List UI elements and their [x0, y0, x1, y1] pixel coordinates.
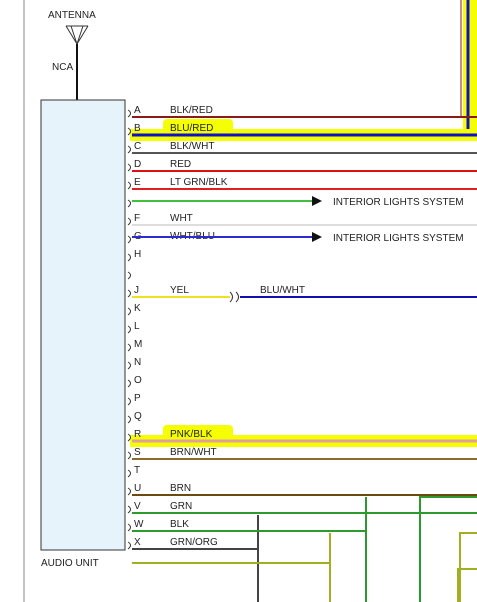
pin-bracket	[127, 451, 131, 460]
pin-letter: D	[134, 159, 141, 170]
pins-layer: A BLK/RED B BLU/RED C BLK/WHT D RED E LT GRN/BLK I…	[127, 105, 477, 564]
wire-label: BRN	[170, 483, 191, 494]
pin-bracket	[127, 505, 131, 514]
pin-bracket	[127, 379, 131, 388]
wire-label: BLU/RED	[170, 123, 213, 134]
pin-bracket	[127, 361, 131, 370]
pin-letter: V	[134, 501, 141, 512]
pin-bracket	[127, 199, 131, 208]
pin-bracket	[127, 523, 131, 532]
wire-label: LT GRN/BLK	[170, 177, 228, 188]
pin-letter: N	[134, 357, 141, 368]
pin-bracket	[127, 415, 131, 424]
wire-label: GRN/ORG	[170, 537, 218, 548]
pin-bracket	[127, 181, 131, 190]
pin-letter: H	[134, 249, 141, 260]
wire-label: PNK/BLK	[170, 429, 213, 440]
pin-bracket	[127, 469, 131, 478]
arrow-destination-label: INTERIOR LIGHTS SYSTEM	[333, 233, 464, 244]
wiring-diagram: ANTENNA NCA AUDIO UNIT A BLK/RED B BLU/RED C…	[23, 0, 477, 602]
connector-icon	[229, 291, 239, 303]
pin-bracket	[127, 307, 131, 316]
pin-letter: B	[134, 123, 141, 134]
pin-bracket	[127, 163, 131, 172]
pin-letter: T	[134, 465, 140, 476]
pin-bracket	[127, 271, 131, 280]
pin-letter: A	[134, 105, 141, 116]
pin-bracket	[127, 325, 131, 334]
antenna-wire-label: NCA	[52, 62, 73, 73]
pin-letter: P	[134, 393, 141, 404]
pin-bracket	[127, 253, 131, 262]
pin-letter: S	[134, 447, 141, 458]
pin-bracket	[127, 109, 131, 118]
antenna-icon	[65, 25, 89, 45]
pin-bracket	[127, 397, 131, 406]
wire-label: BRN/WHT	[170, 447, 217, 458]
connector-wire-label: BLU/WHT	[260, 285, 305, 296]
pin-bracket	[127, 541, 131, 550]
arrow-icon	[312, 196, 322, 206]
pin-bracket	[127, 487, 131, 496]
wire-label: BLK	[170, 519, 189, 530]
pin-bracket	[127, 217, 131, 226]
pin-letter: K	[134, 303, 141, 314]
pin-letter: X	[134, 537, 141, 548]
wire-label: RED	[170, 159, 191, 170]
wire-label: YEL	[170, 285, 189, 296]
wire-label: GRN	[170, 501, 192, 512]
antenna-label: ANTENNA	[48, 10, 96, 21]
pin-letter: Q	[134, 411, 142, 422]
pin-letter: O	[134, 375, 142, 386]
arrow-icon	[312, 232, 322, 242]
pin-letter: W	[134, 519, 144, 530]
pin-letter: C	[134, 141, 141, 152]
pin-letter: J	[134, 285, 139, 296]
arrow-destination-label: INTERIOR LIGHTS SYSTEM	[333, 197, 464, 208]
audio-unit-label: AUDIO UNIT	[41, 558, 99, 569]
pin-letter: L	[134, 321, 140, 332]
pin-bracket	[127, 343, 131, 352]
pin-bracket	[127, 145, 131, 154]
pin-letter: U	[134, 483, 141, 494]
pin-letter: E	[134, 177, 141, 188]
pin-bracket	[127, 235, 131, 244]
audio-unit-box	[40, 99, 126, 551]
wire-label: BLK/WHT	[170, 141, 214, 152]
pin-bracket	[127, 289, 131, 298]
pin-letter: R	[134, 429, 141, 440]
pin-letter: M	[134, 339, 142, 350]
wire-label: BLK/RED	[170, 105, 213, 116]
wire-label: WHT	[170, 213, 193, 224]
pin-letter: F	[134, 213, 140, 224]
